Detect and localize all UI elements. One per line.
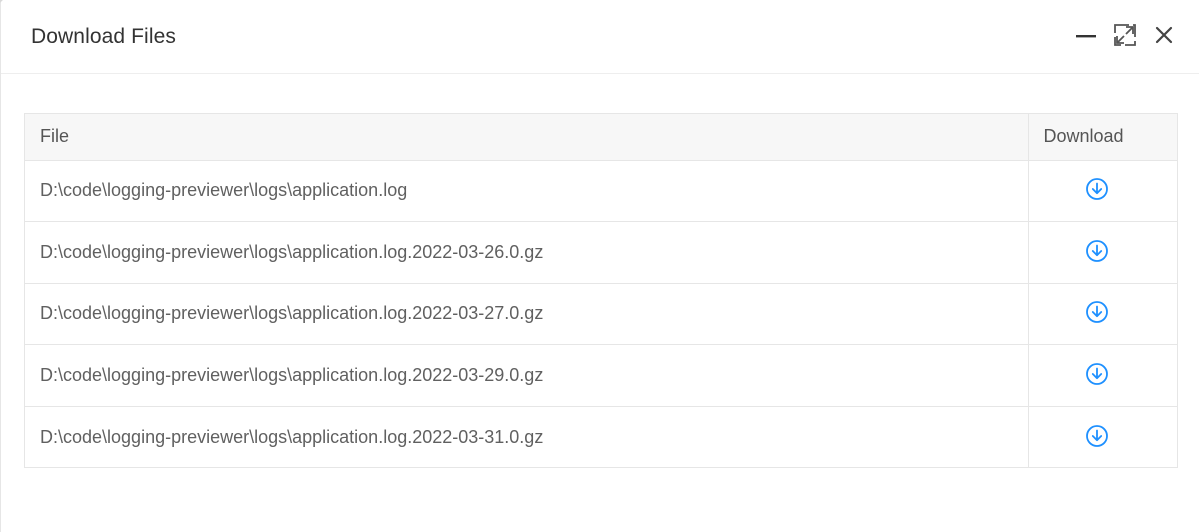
file-path-cell: D:\code\logging-previewer\logs\applicati… bbox=[25, 221, 1029, 284]
download-button[interactable] bbox=[1083, 422, 1111, 450]
table-row: D:\code\logging-previewer\logs\applicati… bbox=[25, 344, 1177, 407]
maximize-button[interactable] bbox=[1112, 22, 1138, 48]
column-header-download: Download bbox=[1028, 114, 1177, 161]
download-button[interactable] bbox=[1083, 175, 1111, 203]
minimize-icon bbox=[1076, 35, 1096, 38]
download-files-dialog: Download Files File Download D:\code\log… bbox=[0, 0, 1199, 532]
download-cell bbox=[1028, 160, 1177, 222]
download-button[interactable] bbox=[1083, 237, 1111, 265]
download-circle-icon bbox=[1085, 362, 1108, 385]
table-row: D:\code\logging-previewer\logs\applicati… bbox=[25, 160, 1177, 222]
maximize-icon bbox=[1114, 24, 1136, 46]
close-button[interactable] bbox=[1151, 22, 1177, 48]
table-row: D:\code\logging-previewer\logs\applicati… bbox=[25, 221, 1177, 284]
download-cell bbox=[1028, 283, 1177, 345]
table-row: D:\code\logging-previewer\logs\applicati… bbox=[25, 406, 1177, 468]
download-circle-icon bbox=[1085, 424, 1108, 447]
dialog-title: Download Files bbox=[31, 25, 176, 48]
download-circle-icon bbox=[1085, 178, 1108, 201]
minimize-button[interactable] bbox=[1073, 22, 1099, 48]
download-circle-icon bbox=[1085, 239, 1108, 262]
file-path-cell: D:\code\logging-previewer\logs\applicati… bbox=[25, 344, 1029, 407]
download-circle-icon bbox=[1085, 301, 1108, 324]
table-row: D:\code\logging-previewer\logs\applicati… bbox=[25, 283, 1177, 345]
file-path-cell: D:\code\logging-previewer\logs\applicati… bbox=[25, 160, 1029, 222]
download-cell bbox=[1028, 406, 1177, 468]
download-button[interactable] bbox=[1083, 360, 1111, 388]
table-header-row: File Download bbox=[25, 114, 1177, 161]
close-icon bbox=[1155, 26, 1173, 44]
column-header-file: File bbox=[25, 114, 1029, 161]
files-table: File Download D:\code\logging-previewer\… bbox=[24, 113, 1178, 468]
dialog-header: Download Files bbox=[1, 0, 1199, 74]
download-cell bbox=[1028, 344, 1177, 407]
file-path-cell: D:\code\logging-previewer\logs\applicati… bbox=[25, 406, 1029, 468]
file-path-cell: D:\code\logging-previewer\logs\applicati… bbox=[25, 283, 1029, 345]
download-button[interactable] bbox=[1083, 298, 1111, 326]
download-cell bbox=[1028, 221, 1177, 284]
